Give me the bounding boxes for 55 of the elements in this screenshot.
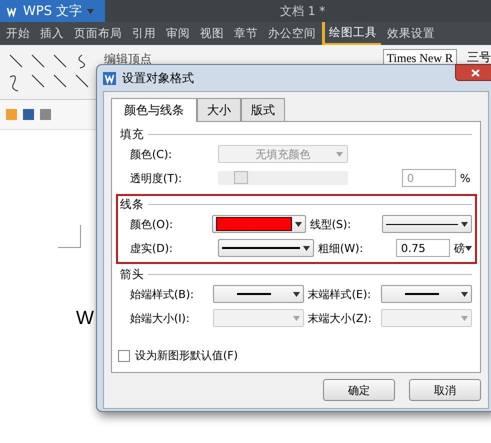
field-label: 颜色(C): [130,146,173,162]
menu-tab[interactable]: 插入 [36,23,68,44]
menu-tab[interactable]: 开始 [2,23,34,44]
line-weight-spin-field[interactable]: 0.75 [396,239,450,257]
caret-icon [465,246,472,250]
dialog-button[interactable]: 确定 [323,379,395,401]
dialog-tab[interactable]: 大小 [197,98,241,121]
line-style-select[interactable] [382,215,472,233]
field-label: 透明度(T): [130,170,184,186]
dialog-title: 设置对象格式 [122,70,194,86]
unit-label: 磅 [454,240,465,256]
close-button[interactable] [455,64,491,81]
line-style-select[interactable] [218,239,314,257]
field-label: 粗细(W): [318,240,364,256]
caret-icon [87,8,94,14]
menu-tab[interactable]: 页面布局 [70,23,126,44]
checkbox-label: 设为新图形默认值(F) [135,348,238,363]
dialog-tab[interactable]: 颜色与线条 [111,98,197,122]
caret-icon [461,316,468,320]
line-style-select[interactable] [212,285,304,303]
field-label: 始端样式(B): [130,286,195,302]
section-title: 线条 [120,197,144,212]
field-label: 虚实(D): [130,240,174,256]
document-title: 文档 1 * [280,2,326,20]
font-size-select[interactable]: 三号 [467,49,491,66]
caret-icon [294,222,302,226]
menu-tab[interactable]: 办公空间 [264,23,320,44]
menu-tab[interactable]: 章节 [230,23,262,44]
caret-icon [461,292,468,296]
menu-tab[interactable]: 审阅 [162,23,194,44]
margin-corner-mark [58,225,81,248]
field-label: 末端样式(E): [308,286,372,302]
caret-icon [461,222,468,226]
field-label: 颜色(O): [130,216,174,232]
caret-icon [303,246,310,250]
field-label: 始端大小(I): [130,310,191,326]
section-title: 填充 [120,127,144,142]
app-logo-icon [103,72,116,84]
unit-label: % [460,172,470,184]
close-icon [470,68,480,76]
caret-icon [292,292,300,296]
field-label: 末端大小(Z): [308,310,373,326]
line-style-select[interactable] [381,285,472,303]
menu-tab[interactable]: 效果设置 [383,23,439,44]
document-text: W [76,308,94,330]
dialog-button[interactable]: 取消 [409,379,481,401]
line-color-select[interactable] [212,215,306,233]
checkbox[interactable] [118,350,130,362]
menu-tab[interactable]: 引用 [128,23,160,44]
caret-icon [292,316,300,320]
caret-icon [336,152,343,156]
menu-tab[interactable]: 视图 [196,23,228,44]
dialog-tab[interactable]: 版式 [241,98,285,121]
section-title: 箭头 [120,267,144,282]
field-label: 线型(S): [310,216,352,232]
